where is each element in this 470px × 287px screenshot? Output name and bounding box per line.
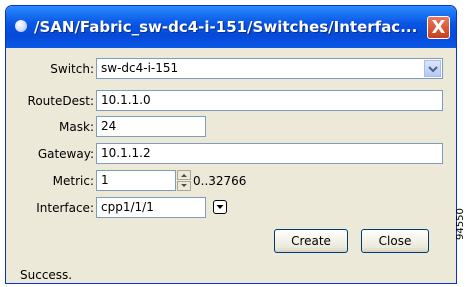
switch-row: Switch: sw-dc4-i-151 [6, 58, 456, 80]
figure-id: 94550 [455, 208, 466, 240]
metric-input[interactable]: 1 [96, 170, 176, 191]
switch-label: Switch: [50, 62, 94, 76]
close-icon: X [431, 17, 446, 38]
interface-picker-icon[interactable] [213, 200, 227, 214]
spinner-up-icon[interactable] [177, 170, 191, 180]
routedest-input[interactable]: 10.1.1.0 [96, 90, 443, 111]
mask-input[interactable]: 24 [96, 116, 206, 137]
dropdown-arrow-icon[interactable] [424, 60, 441, 77]
metric-row: Metric: 1 0..32766 [6, 170, 456, 192]
title-bar[interactable]: /SAN/Fabric_sw-dc4-i-151/Switches/Interf… [6, 6, 456, 48]
switch-value: sw-dc4-i-151 [101, 61, 179, 75]
metric-spinner[interactable] [177, 170, 191, 191]
mask-label: Mask: [59, 120, 94, 134]
close-button[interactable]: Close [361, 229, 429, 253]
gateway-row: Gateway: 10.1.1.2 [6, 143, 456, 165]
gateway-label: Gateway: [37, 147, 94, 161]
window-title: /SAN/Fabric_sw-dc4-i-151/Switches/Interf… [34, 18, 418, 36]
status-message: Success. [20, 268, 73, 282]
window-icon [15, 20, 27, 32]
switch-combobox[interactable]: sw-dc4-i-151 [96, 58, 443, 79]
spinner-down-icon[interactable] [177, 181, 191, 191]
routedest-row: RouteDest: 10.1.1.0 [6, 90, 456, 112]
interface-row: Interface: cpp1/1/1 [6, 197, 456, 219]
mask-row: Mask: 24 [6, 116, 456, 138]
close-window-button[interactable]: X [427, 16, 450, 39]
dialog-window: /SAN/Fabric_sw-dc4-i-151/Switches/Interf… [5, 5, 457, 284]
routedest-label: RouteDest: [27, 94, 94, 108]
interface-label: Interface: [36, 201, 94, 215]
metric-range: 0..32766 [193, 174, 247, 188]
metric-label: Metric: [52, 174, 94, 188]
gateway-input[interactable]: 10.1.1.2 [96, 143, 443, 164]
interface-input[interactable]: cpp1/1/1 [96, 197, 206, 218]
create-button[interactable]: Create [274, 229, 348, 253]
